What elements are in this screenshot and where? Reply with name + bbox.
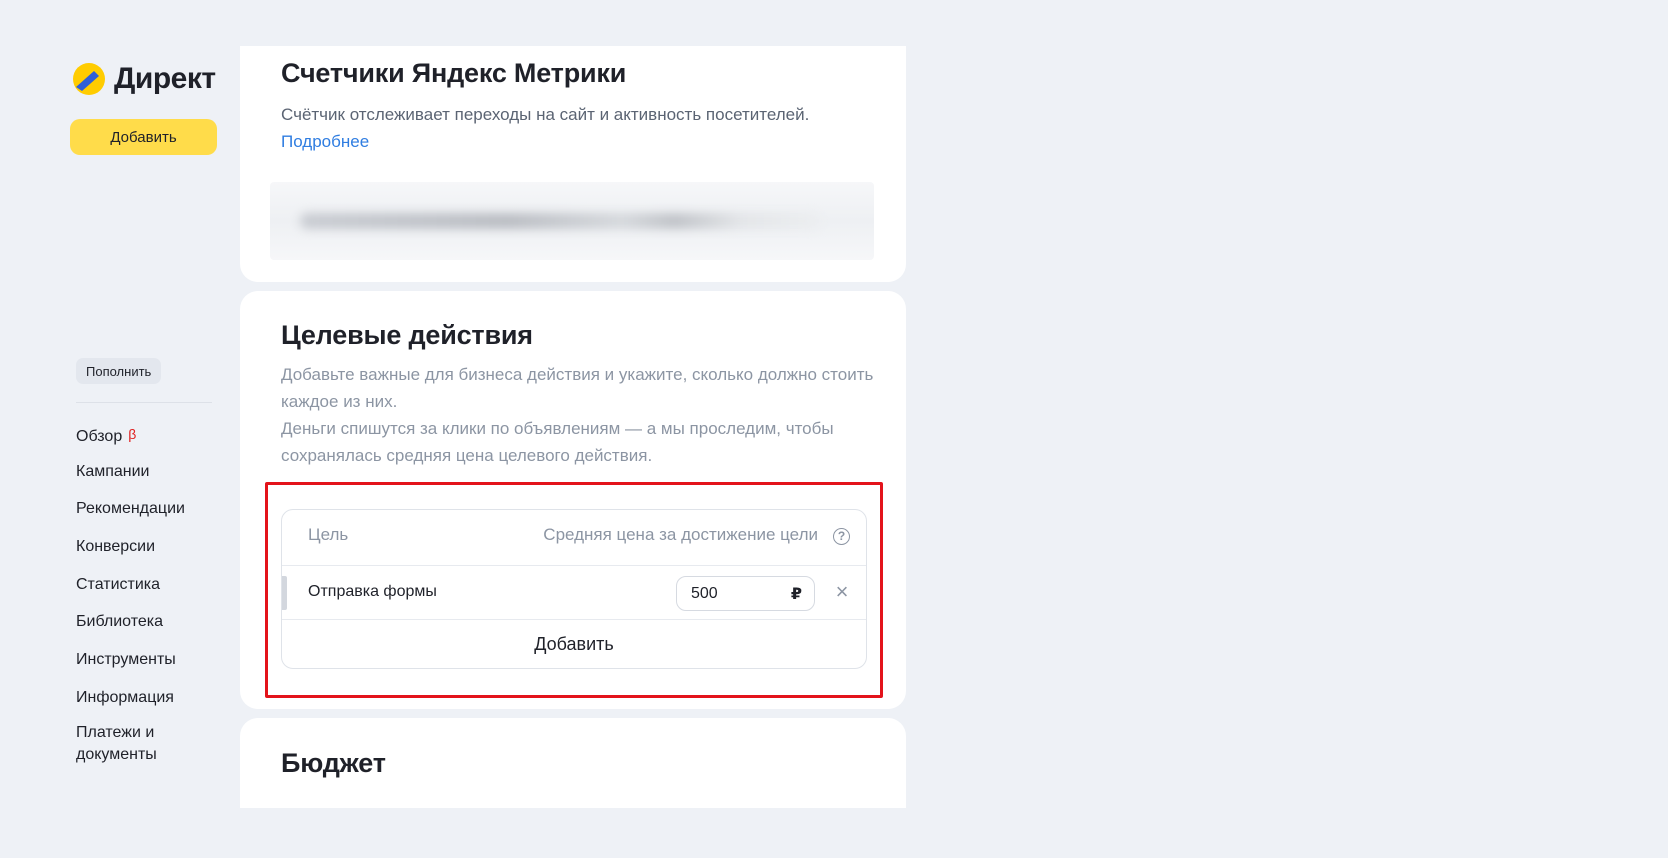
sidebar-item-recommendations[interactable]: Рекомендации (76, 495, 185, 533)
column-price: Средняя цена за достижение цели (543, 525, 818, 544)
topup-button[interactable]: Пополнить (76, 358, 162, 384)
metrika-title: Счетчики Яндекс Метрики (281, 58, 627, 88)
currency-sign: ₽ (790, 586, 802, 603)
column-goal: Цель (308, 525, 349, 544)
sidebar-divider (76, 402, 212, 403)
sidebar-item-statistics[interactable]: Статистика (76, 571, 185, 609)
metrika-description: Счётчик отслеживает переходы на сайт и а… (281, 101, 881, 155)
metrika-description-text: Счётчик отслеживает переходы на сайт и а… (281, 105, 810, 124)
add-button[interactable]: Добавить (70, 119, 217, 155)
goals-title: Целевые действия (281, 320, 533, 350)
sidebar-item-information[interactable]: Информация (76, 684, 185, 722)
sidebar-item-library[interactable]: Библиотека (76, 608, 185, 646)
sidebar-item-tools[interactable]: Инструменты (76, 646, 185, 684)
sidebar-item-conversions[interactable]: Конверсии (76, 533, 185, 571)
blurred-counter-field (270, 182, 874, 260)
price-input[interactable]: 500 ₽ (676, 576, 815, 611)
goals-description-2: Деньги спишутся за клики по объявлениям … (281, 419, 834, 465)
metrika-card: Счетчики Яндекс Метрики Счётчик отслежив… (240, 46, 906, 282)
sidebar-nav: Обзор β Кампании Рекомендации Конверсии С… (76, 420, 185, 766)
drag-handle-icon[interactable] (282, 576, 287, 610)
budget-title: Бюджет (281, 748, 386, 778)
help-circle-icon[interactable]: ? (833, 528, 850, 545)
close-icon[interactable]: × (832, 580, 852, 604)
blurred-content (300, 213, 820, 229)
yandex-direct-logo-icon (72, 62, 106, 96)
sidebar-item-overview[interactable]: Обзор β (76, 420, 185, 458)
sidebar-item-label: Обзор (76, 428, 123, 445)
beta-badge: β (128, 426, 137, 442)
sidebar-item-label: документы (76, 745, 157, 763)
more-link[interactable]: Подробнее (281, 128, 369, 155)
sidebar: Директ Добавить Пополнить Обзор β Кампани… (0, 0, 240, 858)
goals-description-1: Добавьте важные для бизнеса действия и у… (281, 365, 874, 411)
goals-description: Добавьте важные для бизнеса действия и у… (281, 361, 881, 469)
add-goal-button[interactable]: Добавить (282, 620, 866, 668)
sidebar-item-payments[interactable]: Платежи и документы (76, 722, 185, 766)
goal-name: Отправка формы (308, 583, 437, 600)
goals-table: Цель Средняя цена за достижение цели ? О… (281, 509, 867, 669)
logo[interactable]: Директ (72, 62, 216, 96)
sidebar-item-campaigns[interactable]: Кампании (76, 458, 185, 496)
table-header: Цель Средняя цена за достижение цели ? (282, 510, 866, 566)
price-value: 500 (691, 585, 718, 602)
table-row: Отправка формы 500 ₽ × (282, 566, 866, 620)
logo-text: Директ (114, 62, 216, 95)
sidebar-item-label: Платежи и (76, 723, 155, 741)
budget-card: Бюджет (240, 718, 906, 808)
